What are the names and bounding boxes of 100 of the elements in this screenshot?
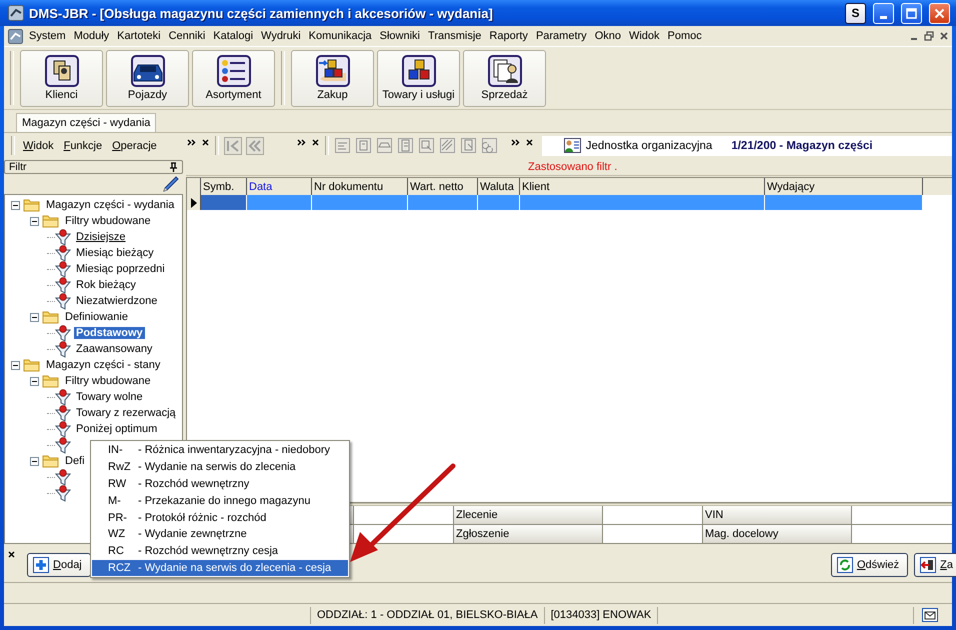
menu-item[interactable]: Cenniki [164,30,210,42]
menu-item[interactable]: RCZ - Wydanie na serwis do zlecenia - cesja [92,560,348,576]
tree-item[interactable]: Towary wolne [74,391,145,403]
collapse-icon[interactable] [11,360,20,370]
menu-item[interactable]: Wydruki [257,30,305,42]
field-label: Zlecenie [454,506,603,524]
close-window-button[interactable]: Za [914,553,956,577]
menu-item[interactable]: Raporty [485,30,532,42]
tree-item[interactable]: Filtry wbudowane [63,375,153,387]
funnel-icon [55,228,71,246]
tree-item[interactable]: Zaawansowany [74,343,154,355]
tree-item[interactable]: Poniżej optimum [74,423,160,435]
menu-item[interactable]: Operacje [107,140,162,152]
tool-icon[interactable] [460,137,477,154]
tree-item[interactable]: Dzisiejsze [74,231,128,243]
menu-item[interactable]: Transmisje [424,30,486,42]
minimize-icon [880,16,887,18]
list-icon [216,55,250,87]
menu-item[interactable]: Okno [590,30,625,42]
folder-icon [42,374,59,388]
tree-item[interactable]: Miesiąc poprzedni [74,263,167,275]
funnel-icon [55,276,71,294]
tree-item[interactable]: Towary z rezerwacją [74,407,178,419]
exit-icon [920,557,936,573]
tree-item[interactable]: Magazyn części - wydania [44,199,176,211]
menu-item[interactable]: Komunikacja [304,30,376,42]
toolbar-button[interactable]: Pojazdy [106,50,189,106]
plus-icon [33,557,49,573]
menu-item[interactable]: Moduły [70,30,114,42]
close-icon[interactable] [312,139,319,146]
funnel-icon [55,420,71,438]
collapse-icon[interactable] [11,200,20,210]
folder-icon [23,198,40,212]
close-icon[interactable] [526,139,533,146]
field-label: VIN [703,506,852,524]
tree-item[interactable]: Podstawowy [74,327,145,339]
s-button[interactable]: S [845,2,866,24]
collapse-icon[interactable] [30,376,39,386]
tree-item[interactable]: Rok bieżący [74,279,138,291]
window-title: DMS-JBR - [Obsługa magazynu części zamiennych i akcesoriów - wydania] [29,6,493,20]
menu-item[interactable]: Katalogi [209,30,258,42]
funnel-icon [55,436,71,454]
person-card-icon [564,138,581,153]
funnel-icon [55,292,71,310]
restore-icon[interactable] [922,30,936,42]
close-icon[interactable] [8,551,15,558]
tree-item[interactable]: Niezatwierdzone [74,295,160,307]
toolbar-button[interactable]: Klienci [20,50,103,106]
tree-item[interactable]: Magazyn części - stany [44,359,162,371]
menu-item[interactable]: Słowniki [376,30,424,42]
collapse-icon[interactable] [30,216,39,226]
chevron-icon[interactable] [296,139,306,146]
tool-icon[interactable] [354,137,372,154]
menu-item[interactable]: System [25,30,70,42]
app-icon [8,5,24,21]
toolbar-button[interactable]: Zakup [291,50,374,106]
folder-icon [42,310,59,324]
tool-icon[interactable] [396,137,414,154]
tree-item[interactable]: Definiowanie [63,311,130,323]
field-label: Mag. docelowy [703,525,852,543]
tool-icon[interactable] [376,137,393,154]
tree-item[interactable]: Filtry wbudowane [63,215,153,227]
toolbar-button[interactable]: Towary i usługi [377,50,460,106]
collapse-icon[interactable] [30,456,39,466]
refresh-icon [836,557,853,573]
filter-notice: Zastosowano filtr . [528,160,618,172]
org-unit-value: 1/21/200 - Magazyn części [731,140,873,152]
tool-icon[interactable] [334,137,351,154]
toolbar-button[interactable]: Asortyment [192,50,275,106]
chevron-icon[interactable] [186,139,196,146]
funnel-icon [55,260,71,278]
mail-icon[interactable] [922,608,938,622]
tab[interactable]: Magazyn części - wydania [16,113,156,132]
collapse-icon[interactable] [30,312,39,322]
tree-item[interactable]: Defi [63,455,87,467]
refresh-button[interactable]: Odśwież [830,553,908,577]
tool-icon[interactable] [480,137,498,154]
maximize-icon [906,8,917,18]
menu-item[interactable]: Widok [624,30,664,42]
pin-icon[interactable] [169,162,178,172]
menu-item[interactable]: Widok [18,140,59,152]
menu-item[interactable]: Parametry [532,30,591,42]
minimize-button[interactable] [873,2,894,24]
menu-item[interactable]: Kartoteki [113,30,165,42]
funnel-icon [55,244,71,262]
add-button[interactable]: Dodaj [27,553,91,577]
toolbar-button[interactable]: Sprzedaż [463,50,546,106]
chevron-icon[interactable] [510,139,520,146]
funnel-icon [55,404,71,422]
tool-icon[interactable] [418,137,435,154]
folder-icon [42,214,59,228]
menu-item[interactable]: Pomoc [664,30,706,42]
boxes-icon [316,55,350,87]
pencil-icon[interactable] [162,176,179,192]
maximize-button[interactable] [901,2,922,24]
menu-item[interactable]: Funkcje [58,140,108,152]
tree-item[interactable]: Miesiąc bieżący [74,247,156,259]
close-button[interactable] [929,2,950,24]
tool-icon[interactable] [438,137,456,154]
close-icon[interactable] [202,139,209,146]
